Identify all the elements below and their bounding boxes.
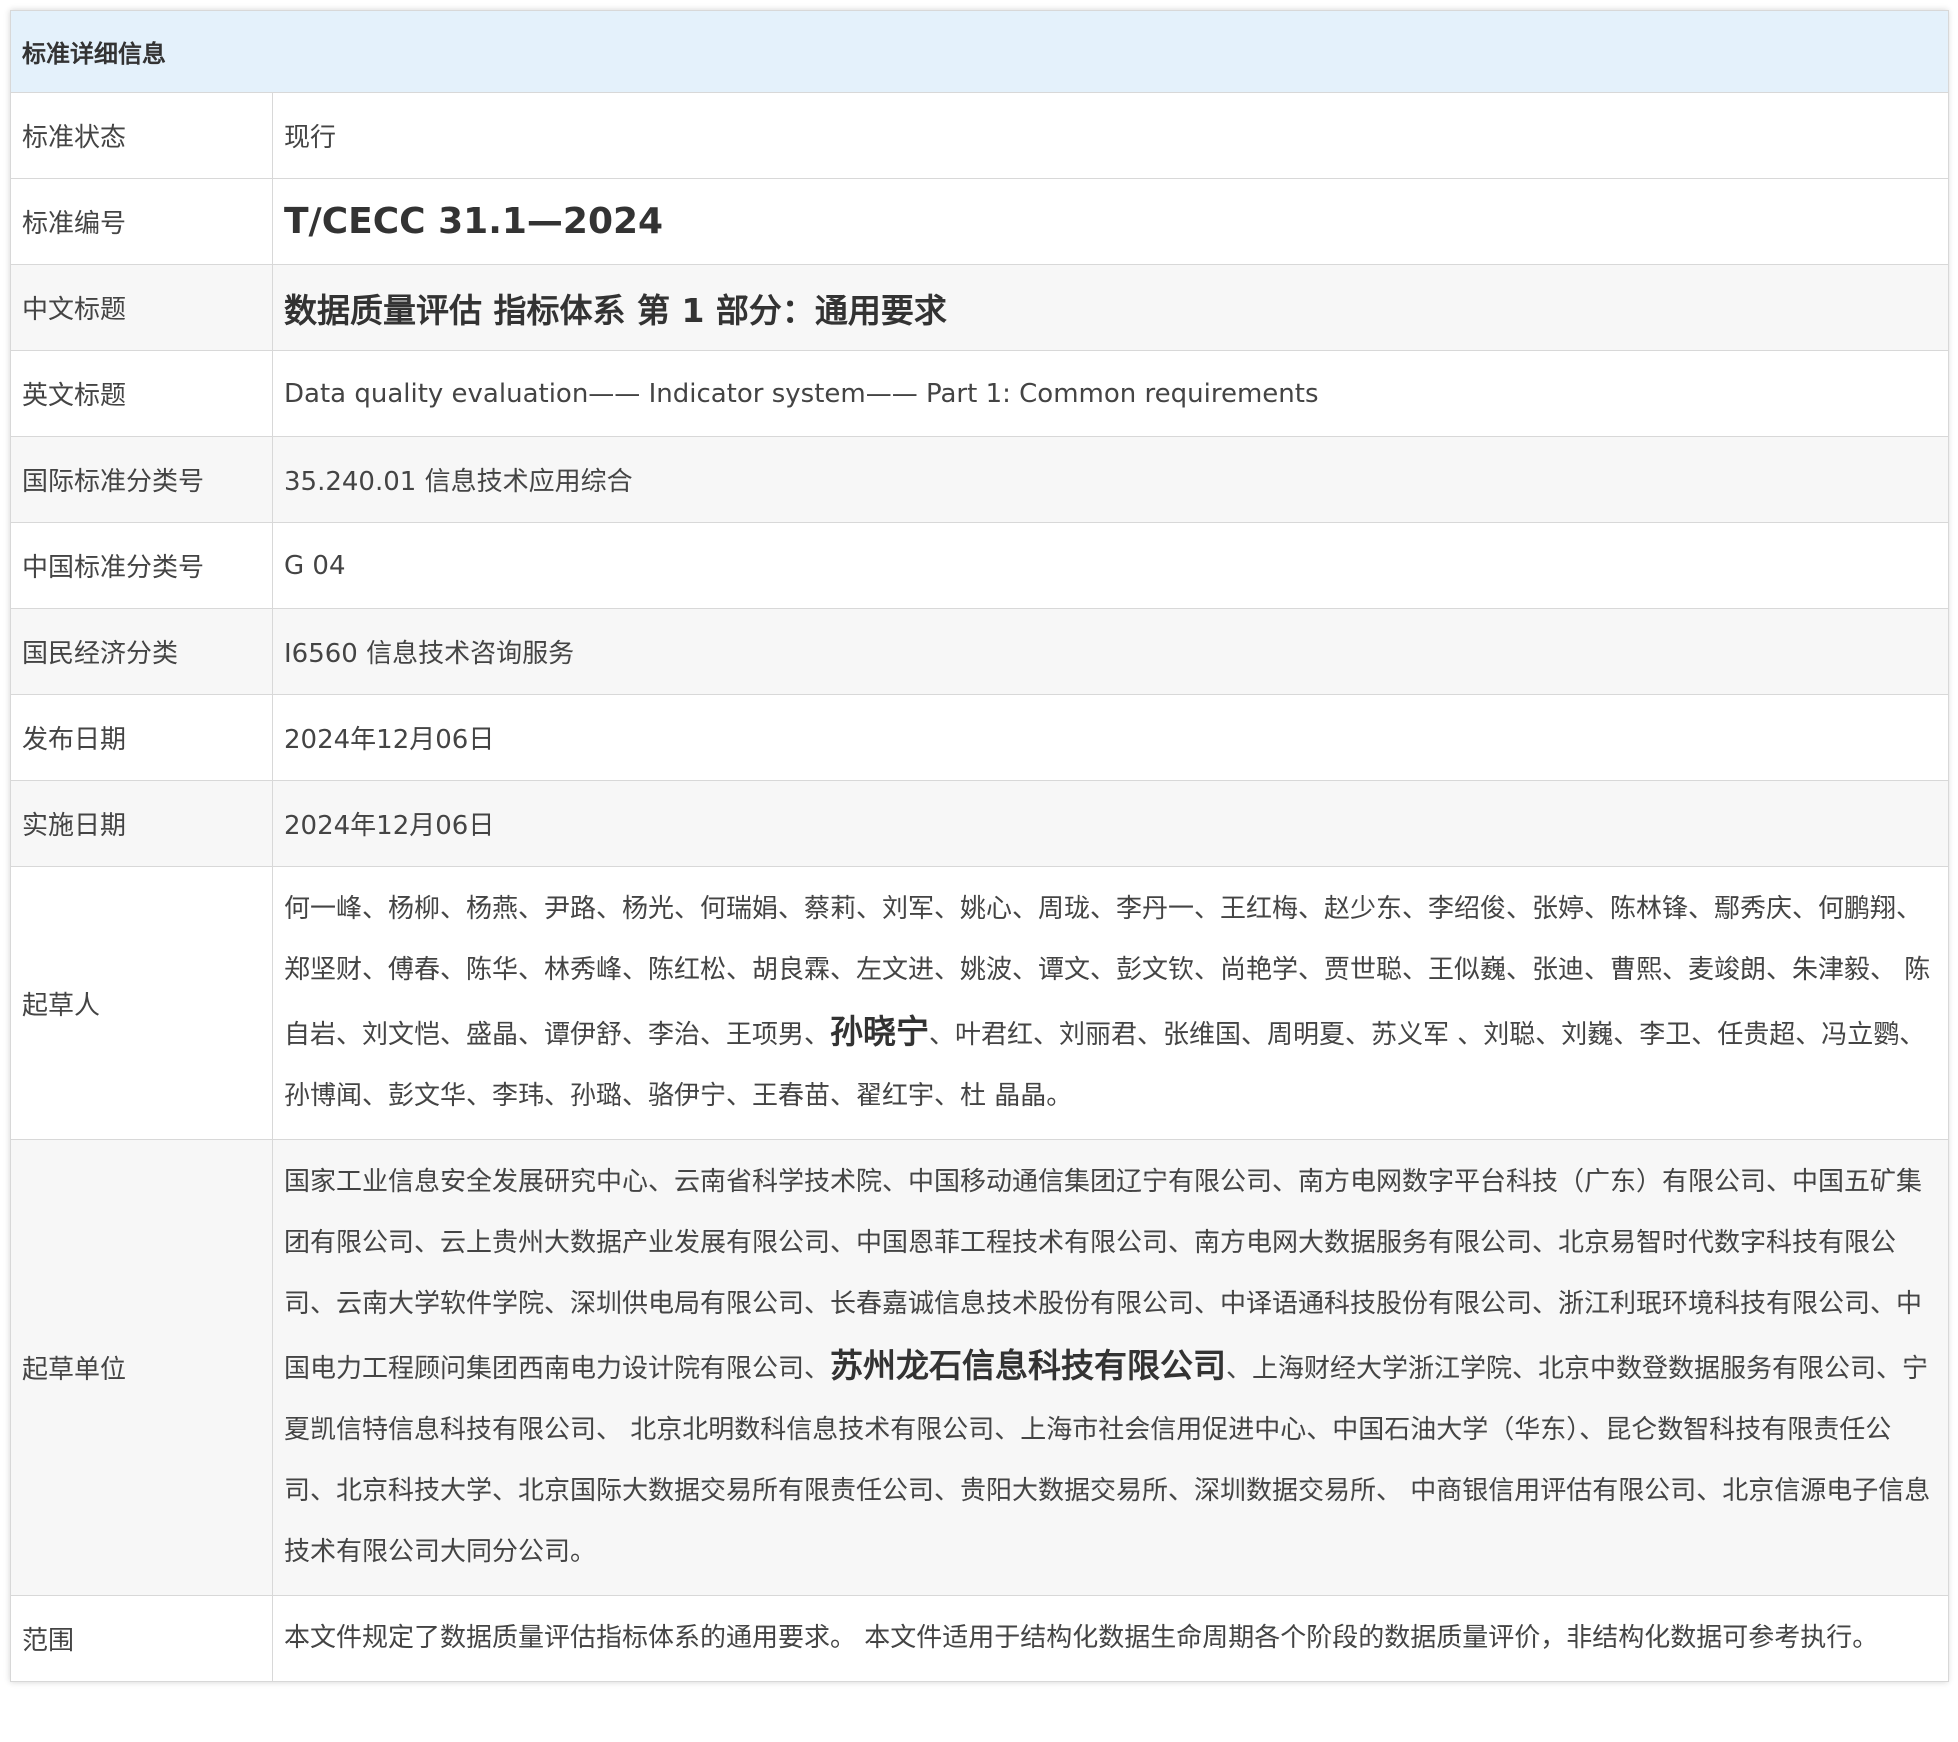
ccs-value: G 04 bbox=[272, 522, 1949, 609]
row-cn-title: 中文标题 数据质量评估 指标体系 第 1 部分：通用要求 bbox=[10, 264, 1949, 351]
drafters-highlight: 孙晓宁 bbox=[830, 1012, 930, 1051]
units-value: 国家工业信息安全发展研究中心、云南省科学技术院、中国移动通信集团辽宁有限公司、南… bbox=[272, 1139, 1949, 1596]
code-value-cell: T/CECC 31.1—2024 bbox=[272, 178, 1949, 265]
row-publish-date: 发布日期 2024年12月06日 bbox=[10, 694, 1949, 781]
economy-label: 国民经济分类 bbox=[10, 608, 273, 695]
en-title-value: Data quality evaluation—— Indicator syst… bbox=[272, 350, 1949, 437]
cn-title-label: 中文标题 bbox=[10, 264, 273, 351]
cn-title-value-cell: 数据质量评估 指标体系 第 1 部分：通用要求 bbox=[272, 264, 1949, 351]
ccs-label: 中国标准分类号 bbox=[10, 522, 273, 609]
economy-value: I6560 信息技术咨询服务 bbox=[272, 608, 1949, 695]
en-title-label: 英文标题 bbox=[10, 350, 273, 437]
cn-title-value: 数据质量评估 指标体系 第 1 部分：通用要求 bbox=[284, 290, 947, 330]
panel-title: 标准详细信息 bbox=[10, 10, 1949, 93]
drafters-label: 起草人 bbox=[10, 866, 273, 1140]
scope-value: 本文件规定了数据质量评估指标体系的通用要求。 本文件适用于结构化数据生命周期各个… bbox=[272, 1595, 1949, 1682]
ics-value: 35.240.01 信息技术应用综合 bbox=[272, 436, 1949, 523]
standard-code: T/CECC 31.1—2024 bbox=[284, 201, 664, 242]
row-code: 标准编号 T/CECC 31.1—2024 bbox=[10, 178, 1949, 265]
standard-detail-panel: 标准详细信息 标准状态 现行 标准编号 T/CECC 31.1—2024 中文标… bbox=[10, 10, 1949, 1682]
row-units: 起草单位 国家工业信息安全发展研究中心、云南省科学技术院、中国移动通信集团辽宁有… bbox=[10, 1139, 1949, 1596]
publish-date-value: 2024年12月06日 bbox=[272, 694, 1949, 781]
impl-date-label: 实施日期 bbox=[10, 780, 273, 867]
ics-label: 国际标准分类号 bbox=[10, 436, 273, 523]
units-label: 起草单位 bbox=[10, 1139, 273, 1596]
row-status: 标准状态 现行 bbox=[10, 92, 1949, 179]
units-highlight: 苏州龙石信息科技有限公司 bbox=[830, 1346, 1227, 1385]
code-label: 标准编号 bbox=[10, 178, 273, 265]
row-en-title: 英文标题 Data quality evaluation—— Indicator… bbox=[10, 350, 1949, 437]
drafters-value: 何一峰、杨柳、杨燕、尹路、杨光、何瑞娟、蔡莉、刘军、姚心、周珑、李丹一、王红梅、… bbox=[272, 866, 1949, 1140]
status-value: 现行 bbox=[272, 92, 1949, 179]
impl-date-value: 2024年12月06日 bbox=[272, 780, 1949, 867]
standard-detail-table: 标准详细信息 标准状态 现行 标准编号 T/CECC 31.1—2024 中文标… bbox=[10, 10, 1949, 1682]
units-text-after: 、上海财经大学浙江学院、北京中数登数据服务有限公司、宁夏凯信特信息科技有限公司、… bbox=[284, 1354, 1931, 1567]
row-drafters: 起草人 何一峰、杨柳、杨燕、尹路、杨光、何瑞娟、蔡莉、刘军、姚心、周珑、李丹一、… bbox=[10, 866, 1949, 1140]
row-ics: 国际标准分类号 35.240.01 信息技术应用综合 bbox=[10, 436, 1949, 523]
row-economy: 国民经济分类 I6560 信息技术咨询服务 bbox=[10, 608, 1949, 695]
scope-label: 范围 bbox=[10, 1595, 273, 1682]
table-header-row: 标准详细信息 bbox=[10, 10, 1949, 93]
status-label: 标准状态 bbox=[10, 92, 273, 179]
row-impl-date: 实施日期 2024年12月06日 bbox=[10, 780, 1949, 867]
row-ccs: 中国标准分类号 G 04 bbox=[10, 522, 1949, 609]
row-scope: 范围 本文件规定了数据质量评估指标体系的通用要求。 本文件适用于结构化数据生命周… bbox=[10, 1595, 1949, 1682]
publish-date-label: 发布日期 bbox=[10, 694, 273, 781]
